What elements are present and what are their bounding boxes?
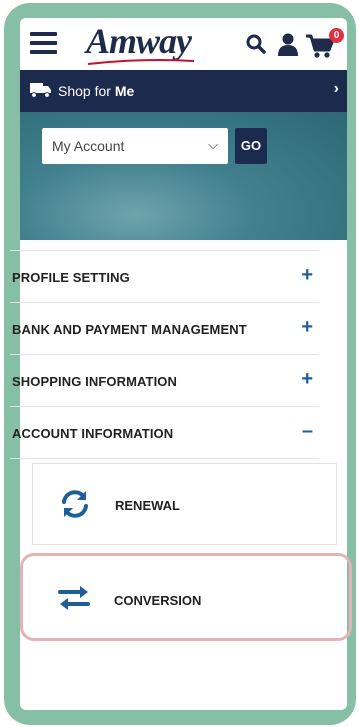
menu-item-shopping-information[interactable]: SHOPPING INFORMATION + [10,355,319,407]
renewal-sync-icon [62,490,88,518]
renewal-card[interactable]: RENEWAL [32,463,337,545]
menu-item-bank-payment[interactable]: BANK AND PAYMENT MANAGEMENT + [10,303,319,355]
shop-for-target: Me [114,83,135,99]
menu-hamburger-icon[interactable] [30,32,57,54]
account-hero-banner: My Account ⌵ GO [20,112,347,240]
cart-count-badge: 0 [329,28,344,43]
account-menu: PROFILE SETTING + BANK AND PAYMENT MANAG… [10,250,319,459]
menu-item-label: SHOPPING INFORMATION [12,374,177,389]
go-button[interactable]: GO [235,128,267,164]
expand-plus-icon[interactable]: + [301,368,313,391]
menu-item-label: PROFILE SETTING [12,270,130,285]
menu-item-account-information[interactable]: ACCOUNT INFORMATION – [10,407,319,459]
user-account-icon[interactable] [276,32,300,56]
truck-icon [30,83,51,98]
chevron-down-icon: ⌵ [208,137,218,152]
account-select-value: My Account [52,138,125,154]
expand-plus-icon[interactable]: + [301,316,313,339]
menu-item-label: BANK AND PAYMENT MANAGEMENT [12,322,247,337]
logo-swoosh [87,59,195,65]
conversion-highlight-outline [20,553,352,641]
amway-logo[interactable]: Amway [86,20,192,62]
search-icon[interactable] [246,34,266,54]
shop-for-bar[interactable]: Shop for Me › [20,70,347,112]
expand-plus-icon[interactable]: + [301,264,313,287]
renewal-label: RENEWAL [115,498,180,513]
menu-item-label: ACCOUNT INFORMATION [12,426,174,441]
shop-for-label: Shop for Me [58,83,134,99]
menu-item-profile-setting[interactable]: PROFILE SETTING + [10,251,319,303]
collapse-minus-icon[interactable]: – [302,420,313,443]
shop-for-prefix: Shop for [58,83,111,99]
account-select-dropdown[interactable]: My Account ⌵ [42,128,228,164]
site-header: Amway 0 [20,18,347,70]
chevron-right-icon[interactable]: › [334,80,339,98]
